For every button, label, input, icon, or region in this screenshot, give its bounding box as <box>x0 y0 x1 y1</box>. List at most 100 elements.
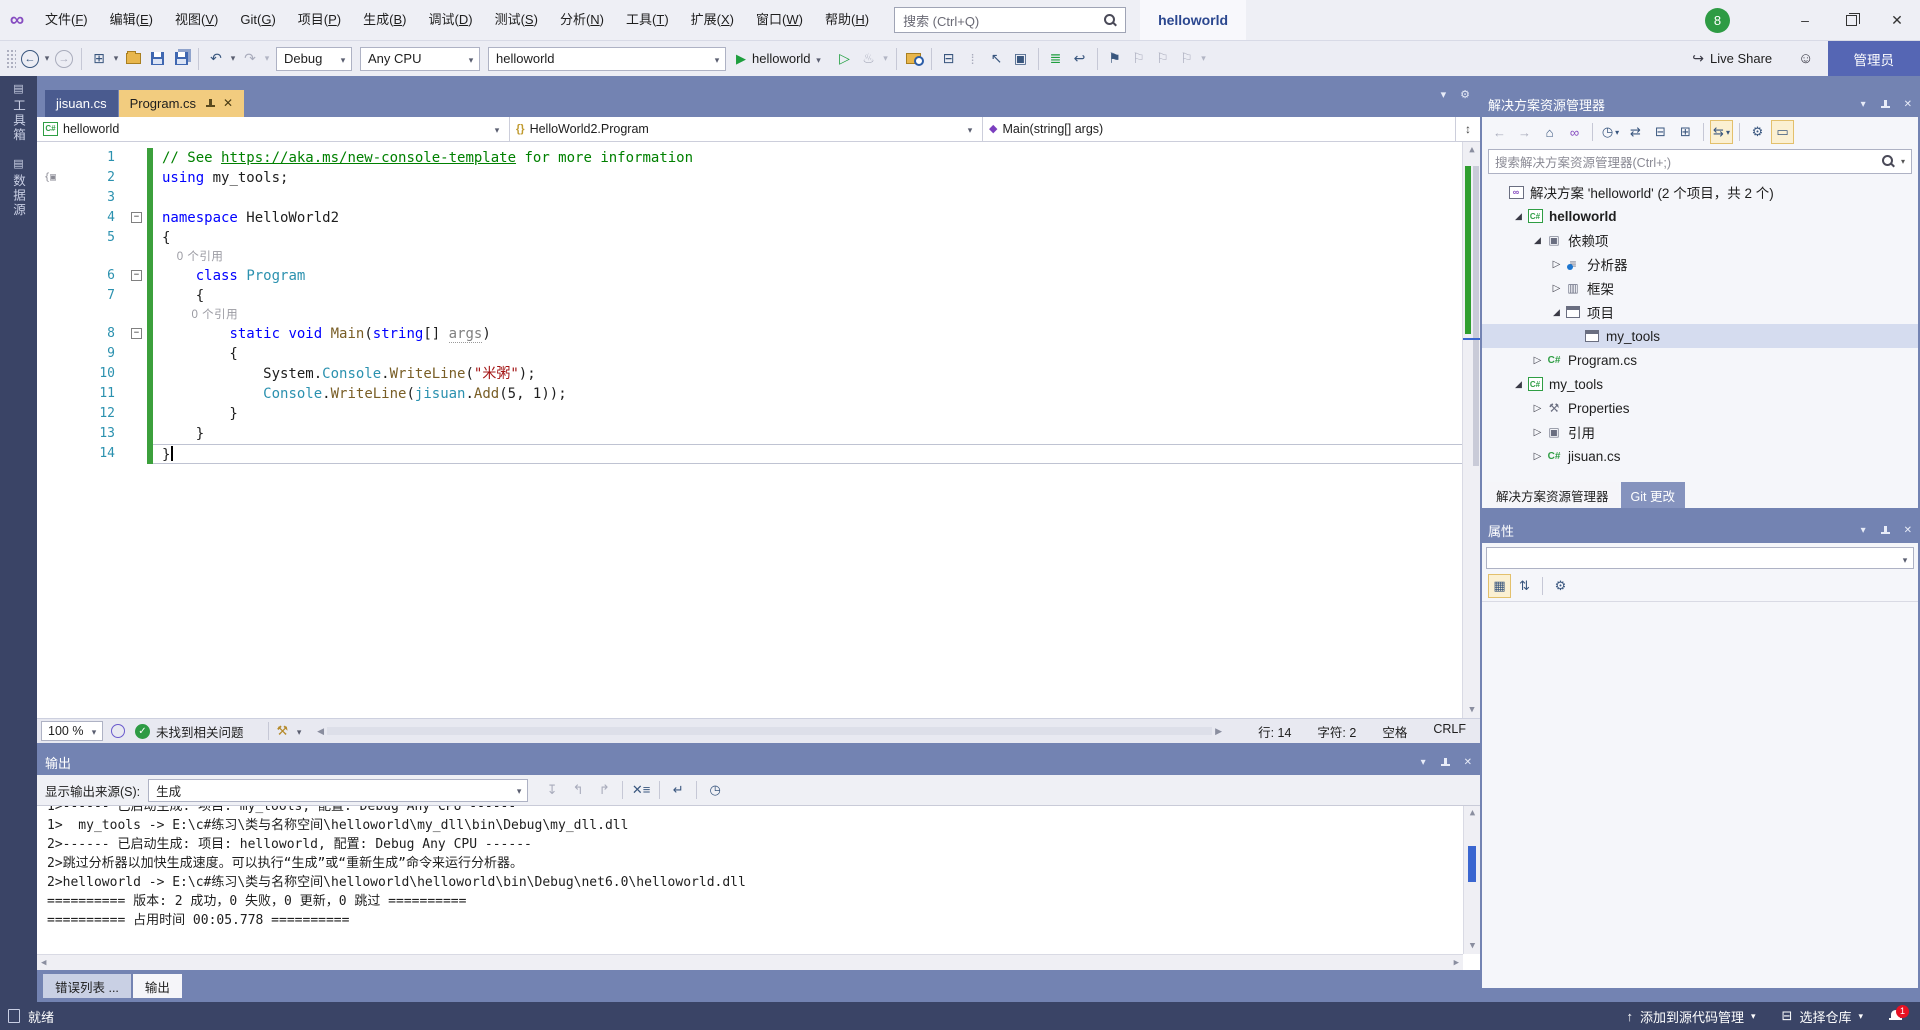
output-horizontal-scrollbar[interactable]: ◀ ▶ <box>37 954 1463 970</box>
open-file-icon[interactable] <box>121 46 145 72</box>
code-text[interactable]: { <box>153 228 1462 248</box>
configuration-combo[interactable]: Debug <box>276 47 352 71</box>
sync-icon[interactable]: ⇄ <box>1624 120 1647 144</box>
code-text[interactable]: { <box>153 286 1462 306</box>
member-dropdown[interactable]: ◆ Main(string[] args) <box>983 117 1456 141</box>
scrollbar-thumb[interactable] <box>1468 846 1476 882</box>
live-share-button[interactable]: ↪ Live Share <box>1680 50 1784 67</box>
minimize-button[interactable]: – <box>1782 0 1828 40</box>
scroll-down-icon[interactable]: ▼ <box>1463 702 1480 718</box>
hot-reload-icon[interactable]: ♨ <box>857 46 881 72</box>
code-cleanup-icon[interactable]: ⚒ <box>277 723 289 739</box>
notifications-button[interactable]: 1 <box>1889 1010 1902 1023</box>
editor-vertical-scrollbar[interactable]: ▲ ▼ <box>1462 142 1480 719</box>
rail-item-data-sources[interactable]: ▤数据源 <box>9 157 28 218</box>
add-to-source-control-button[interactable]: ↑ 添加到源代码管理 ▾ <box>1627 1007 1756 1026</box>
code-text[interactable]: Console.WriteLine(jisuan.Add(5, 1)); <box>153 384 1462 404</box>
menu-item-x[interactable]: 扩展(X) <box>680 0 745 40</box>
panel-splitter[interactable] <box>1480 508 1920 518</box>
unindent-icon[interactable]: ↩ <box>1068 46 1092 72</box>
chevron-down-icon[interactable] <box>881 46 891 72</box>
code-text[interactable] <box>153 188 1462 208</box>
administrator-button[interactable]: 管理员 <box>1828 41 1920 77</box>
rail-item-toolbox[interactable]: ▤工具箱 <box>9 82 28 143</box>
navigate-backward-icon[interactable]: ← <box>21 50 39 68</box>
switch-views-icon[interactable]: ∞ <box>1563 120 1586 144</box>
health-text[interactable]: 未找到相关问题 <box>156 722 244 741</box>
menu-item-w[interactable]: 窗口(W) <box>745 0 814 40</box>
breakpoint-margin[interactable] <box>37 148 63 168</box>
solution-explorer-header[interactable]: 解决方案资源管理器 ▾ ✕ <box>1480 92 1920 117</box>
bookmark-icon[interactable]: ⚑ <box>1103 46 1127 72</box>
scroll-left-icon[interactable]: ◀ <box>317 726 324 737</box>
breakpoint-margin[interactable] <box>37 306 63 324</box>
gear-icon[interactable]: ⚙ <box>1460 88 1470 101</box>
close-icon[interactable]: ✕ <box>1464 757 1472 768</box>
code-text[interactable]: static void Main(string[] args) <box>153 324 1462 344</box>
scroll-up-icon[interactable]: ▲ <box>1463 142 1480 158</box>
accessibility-icon[interactable] <box>111 724 125 738</box>
pending-changes-filter-icon[interactable]: ◷▾ <box>1599 120 1622 144</box>
scroll-down-icon[interactable]: ▼ <box>1464 939 1480 954</box>
platform-combo[interactable]: Any CPU <box>360 47 480 71</box>
pin-icon[interactable] <box>1880 99 1890 110</box>
tree-item--[interactable]: ▷▥框架 <box>1482 276 1918 300</box>
menu-item-n[interactable]: 分析(N) <box>549 0 615 40</box>
window-position-icon[interactable]: ▾ <box>1861 99 1866 110</box>
show-all-files-icon[interactable]: ⊞ <box>1674 120 1697 144</box>
code-text[interactable]: { <box>153 344 1462 364</box>
tree-item-helloworld[interactable]: ◢C#helloworld <box>1482 204 1918 228</box>
output-source-dropdown[interactable]: 生成 <box>148 779 528 802</box>
scroll-left-icon[interactable]: ◀ <box>41 958 46 968</box>
scrollbar-track[interactable] <box>327 727 1212 735</box>
next-bookmark-icon[interactable]: ⚐ <box>1151 46 1175 72</box>
collapsed-arrow-icon[interactable]: ▷ <box>1549 259 1564 270</box>
categorized-icon[interactable]: ▦ <box>1488 574 1511 598</box>
chevron-down-icon[interactable] <box>262 46 272 72</box>
horizontal-splitter[interactable] <box>37 743 1480 750</box>
code-text[interactable]: using my_tools; <box>153 168 1462 188</box>
editor-horizontal-scrollbar[interactable]: ◀ ▶ <box>317 726 1222 737</box>
tree-item--[interactable]: ▷▣引用 <box>1482 420 1918 444</box>
expanded-arrow-icon[interactable]: ◢ <box>1530 235 1545 246</box>
chevron-down-icon[interactable] <box>291 724 307 738</box>
menu-item-s[interactable]: 测试(S) <box>484 0 549 40</box>
new-project-icon[interactable]: ⊞ <box>87 46 111 72</box>
collapsed-arrow-icon[interactable]: ▷ <box>1530 355 1545 366</box>
paste-block-icon[interactable]: ▣ <box>1009 46 1033 72</box>
breakpoint-margin[interactable] <box>37 444 63 464</box>
home-icon[interactable]: ⌂ <box>1538 120 1561 144</box>
breakpoint-margin[interactable] <box>37 424 63 444</box>
code-text[interactable]: // See https://aka.ms/new-console-templa… <box>153 148 1462 168</box>
breakpoint-margin[interactable] <box>37 228 63 248</box>
next-message-icon[interactable]: ↱ <box>592 778 616 802</box>
scroll-right-icon[interactable]: ▶ <box>1215 726 1222 737</box>
quick-search-input[interactable]: 搜索 (Ctrl+Q) <box>894 7 1126 33</box>
menu-item-d[interactable]: 调试(D) <box>418 0 484 40</box>
document-tab-program-cs[interactable]: Program.cs✕ <box>119 90 245 117</box>
chevron-down-icon[interactable] <box>111 46 121 72</box>
document-tab-jisuan-cs[interactable]: jisuan.cs <box>45 90 118 117</box>
expanded-arrow-icon[interactable]: ◢ <box>1511 211 1526 222</box>
chevron-down-icon[interactable]: ▾ <box>1901 157 1905 166</box>
redo-icon[interactable]: ↷ <box>238 46 262 72</box>
close-button[interactable]: ✕ <box>1874 0 1920 40</box>
chevron-down-icon[interactable] <box>228 46 238 72</box>
history-icon[interactable]: ◷ <box>703 778 727 802</box>
code-text[interactable]: } <box>153 444 1462 464</box>
collapse-region-button[interactable]: − <box>131 270 142 281</box>
word-wrap-icon[interactable]: ↵ <box>666 778 690 802</box>
preview-selected-items-icon[interactable]: ▭ <box>1771 120 1794 144</box>
breakpoint-margin[interactable] <box>37 344 63 364</box>
property-pages-icon[interactable]: ⚙ <box>1549 574 1572 598</box>
menu-item-h[interactable]: 帮助(H) <box>814 0 880 40</box>
code-text[interactable]: System.Console.WriteLine("米粥"); <box>153 364 1462 384</box>
find-in-files-icon[interactable] <box>902 46 926 72</box>
tree-item--[interactable]: ◢项目 <box>1482 300 1918 324</box>
feedback-icon[interactable]: ☺ <box>1784 50 1827 67</box>
breakpoint-margin[interactable] <box>37 188 63 208</box>
breakpoint-margin[interactable]: {▣ <box>37 168 63 188</box>
back-icon[interactable]: ← <box>1488 120 1511 144</box>
bottom-tab-error-list[interactable]: 错误列表 ... <box>43 974 131 998</box>
start-without-debugging-icon[interactable]: ▷ <box>833 46 857 72</box>
